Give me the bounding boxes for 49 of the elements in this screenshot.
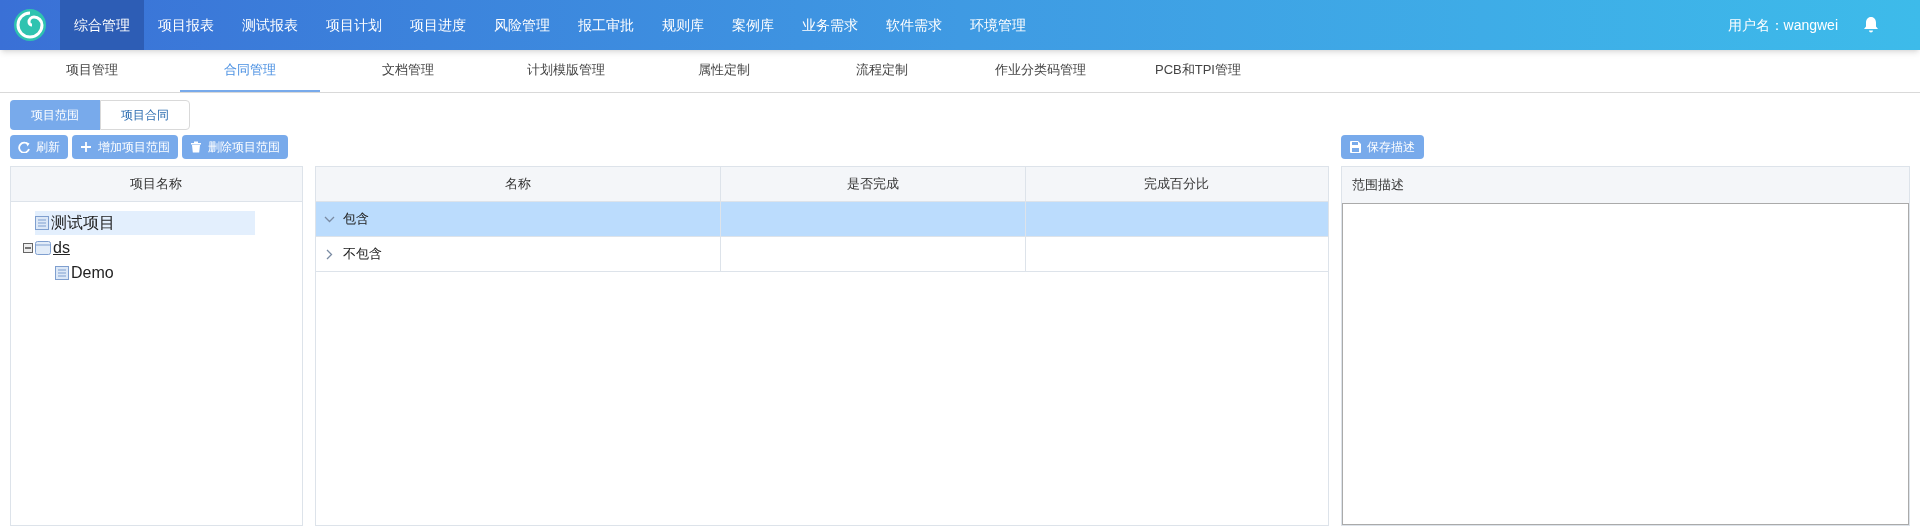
- tree-node[interactable]: Demo: [55, 260, 118, 285]
- document-icon: [55, 265, 69, 280]
- tab[interactable]: 流程定制: [812, 50, 952, 92]
- tab[interactable]: 作业分类码管理: [970, 50, 1110, 92]
- table-cell-text: 不包含: [342, 245, 382, 264]
- nav-item[interactable]: 项目报表: [144, 0, 228, 50]
- refresh-icon: [18, 141, 30, 153]
- table-row[interactable]: 不包含: [315, 237, 1328, 272]
- save-button[interactable]: 保存描述: [1340, 135, 1424, 159]
- tab[interactable]: 项目管理: [22, 50, 162, 92]
- nav-item[interactable]: 环境管理: [956, 0, 1040, 50]
- collapse-toggle-icon[interactable]: [23, 242, 33, 253]
- toolbar-button[interactable]: 刷新: [10, 135, 68, 159]
- tab[interactable]: 计划模版管理: [496, 50, 636, 92]
- column-header: 项目名称: [11, 167, 302, 202]
- nav-item[interactable]: 测试报表: [228, 0, 312, 50]
- logo-icon: [12, 7, 48, 43]
- tab[interactable]: 属性定制: [654, 50, 794, 92]
- table-row[interactable]: 包含: [315, 202, 1328, 237]
- nav-item[interactable]: 案例库: [718, 0, 788, 50]
- nav-item[interactable]: 报工审批: [564, 0, 648, 50]
- column-header: 是否完成: [720, 167, 1026, 201]
- username-label: 用户名：wangwei: [1727, 15, 1838, 35]
- plus-icon: [80, 141, 92, 153]
- tab[interactable]: 文档管理: [338, 50, 478, 92]
- nav-item[interactable]: 规则库: [648, 0, 718, 50]
- nav-item[interactable]: 综合管理: [60, 0, 144, 50]
- nav-item[interactable]: 项目进度: [396, 0, 480, 50]
- toolbar-button[interactable]: 删除项目范围: [182, 135, 288, 159]
- toggle-tab[interactable]: 项目合同: [100, 100, 190, 130]
- column-header: 名称: [315, 167, 721, 201]
- document-icon: [35, 215, 49, 230]
- nav-item[interactable]: 软件需求: [872, 0, 956, 50]
- table-cell-text: 包含: [342, 210, 369, 229]
- nav-item[interactable]: 项目计划: [312, 0, 396, 50]
- column-header: 完成百分比: [1143, 175, 1211, 194]
- nav-item[interactable]: 业务需求: [788, 0, 872, 50]
- toggle-tab[interactable]: 项目范围: [10, 100, 100, 130]
- tree-node[interactable]: ds: [35, 235, 74, 260]
- tree-node[interactable]: 测试项目: [35, 210, 255, 235]
- bell-icon[interactable]: [1862, 16, 1880, 34]
- save-icon: [1349, 141, 1361, 153]
- tab[interactable]: 合同管理: [180, 50, 320, 92]
- nav-item[interactable]: 风险管理: [480, 0, 564, 50]
- column-header: 范围描述: [1341, 167, 1909, 203]
- folder-icon: [35, 240, 51, 255]
- trash-icon: [190, 141, 202, 153]
- toolbar-button[interactable]: 增加项目范围: [72, 135, 178, 159]
- tab[interactable]: PCB和TPI管理: [1128, 50, 1268, 92]
